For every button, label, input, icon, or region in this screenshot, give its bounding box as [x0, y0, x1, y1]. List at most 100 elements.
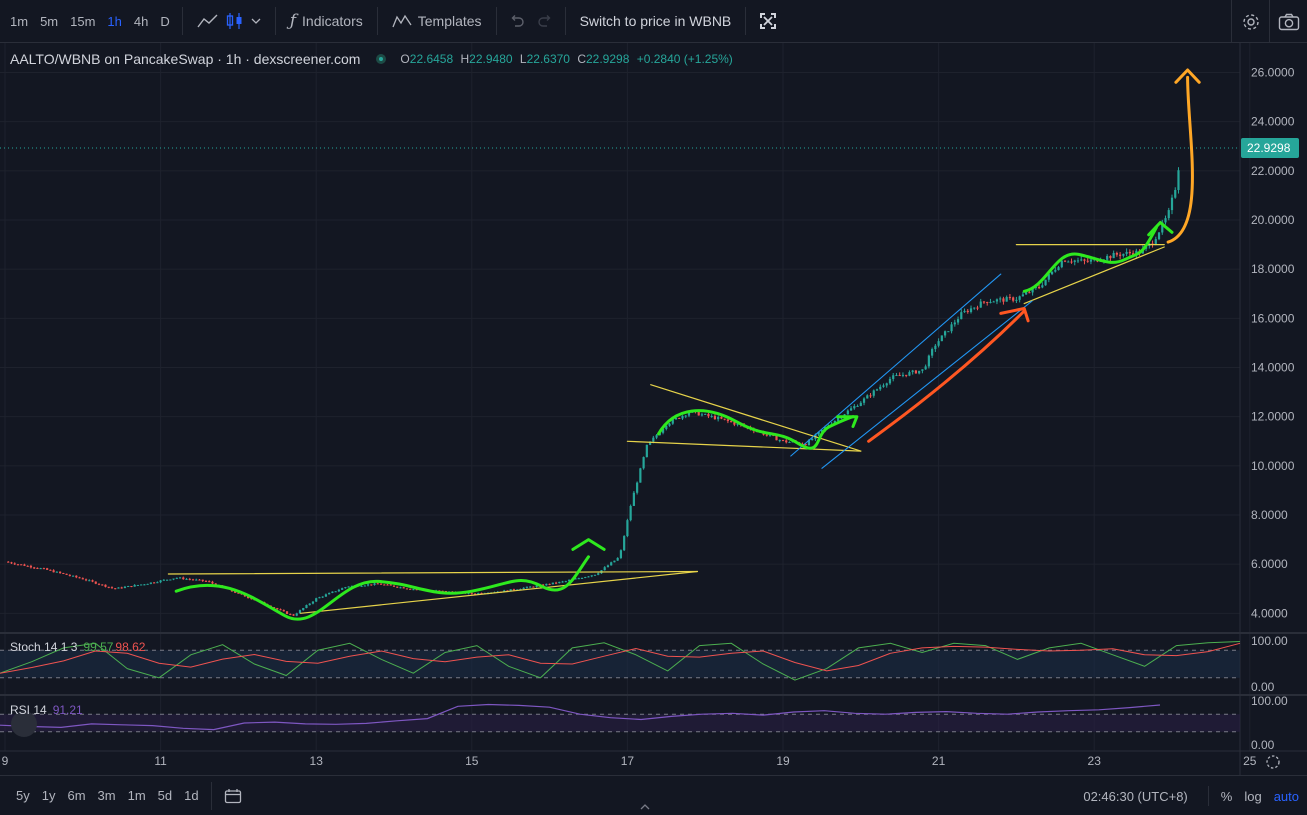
stoch-axis-label: 100.00 — [1251, 634, 1288, 648]
chevron-down-icon — [251, 18, 261, 24]
candle-body — [399, 587, 402, 589]
stoch-k-value: 99.57 — [83, 640, 114, 654]
range-3m[interactable]: 3m — [92, 788, 122, 803]
chart-area[interactable]: 4.0000 6.0000 8.0000 10.0000 12.0000 14.0000 1… — [0, 43, 1307, 775]
candle-body — [921, 369, 924, 371]
candle-body — [1128, 251, 1131, 254]
auto-scale-button[interactable]: auto — [1274, 789, 1299, 804]
range-5y[interactable]: 5y — [10, 788, 36, 803]
candle-body — [580, 577, 584, 579]
candle-body — [379, 583, 383, 585]
toolbar-divider — [745, 7, 747, 35]
top-toolbar: 1m5m15m1h4hD ƒ Indicators Templates — [0, 0, 1307, 43]
candle-body — [973, 307, 976, 309]
fullscreen-button[interactable] — [752, 0, 784, 43]
candle-body — [1112, 252, 1115, 259]
candle-body — [195, 579, 198, 581]
range-1d[interactable]: 1d — [178, 788, 204, 803]
candle-body — [512, 589, 516, 591]
calendar-range-icon[interactable] — [218, 781, 248, 811]
log-scale-button[interactable]: log — [1244, 789, 1261, 804]
candle-body — [84, 579, 88, 581]
toolbar-divider — [274, 7, 276, 35]
range-1m[interactable]: 1m — [122, 788, 152, 803]
candle-body — [175, 577, 178, 579]
candle-body — [185, 578, 188, 580]
toolbar-divider — [564, 7, 566, 35]
candle-body — [344, 587, 347, 589]
range-1y[interactable]: 1y — [36, 788, 62, 803]
candle-body — [525, 586, 529, 588]
candle-body — [914, 370, 918, 374]
timeframe-D[interactable]: D — [154, 0, 175, 43]
candle-body — [409, 588, 412, 590]
close-label: C — [577, 52, 586, 66]
candle-body — [953, 322, 956, 325]
candle-body — [130, 586, 133, 587]
timeframe-1m[interactable]: 1m — [4, 0, 34, 43]
timeframe-list: 1m 5m 15m 1h 4h D — [0, 0, 176, 43]
percent-scale-button[interactable]: % — [1221, 789, 1233, 804]
candle-body — [1167, 210, 1170, 219]
candle-body — [107, 586, 110, 588]
candle-body — [110, 587, 114, 589]
candle-body — [20, 564, 23, 566]
candle-body — [59, 571, 62, 574]
candle-body — [376, 583, 379, 585]
rsi-axis-label: 0.00 — [1251, 738, 1275, 752]
undo-icon — [509, 15, 525, 27]
candle-body — [117, 587, 120, 589]
open-label: O — [400, 52, 410, 66]
templates-button[interactable]: Templates — [384, 0, 490, 43]
candle-body — [162, 579, 165, 581]
timeframe-5m[interactable]: 5m — [34, 0, 64, 43]
templates-label: Templates — [417, 13, 482, 29]
time-tick-label: 13 — [310, 754, 324, 768]
timeframe-1h[interactable]: 1h — [101, 0, 127, 43]
collapse-handle-icon[interactable] — [638, 803, 652, 811]
candle-body — [684, 415, 687, 417]
candle-body — [603, 567, 606, 571]
candle-body — [989, 301, 992, 303]
function-icon: ƒ — [289, 11, 297, 31]
candle-body — [1089, 259, 1093, 262]
candle-body — [36, 567, 39, 569]
open-value: 22.6458 — [409, 52, 454, 66]
timeframe-4h[interactable]: 4h — [128, 0, 154, 43]
candle-body — [204, 580, 208, 582]
candle-body — [1067, 261, 1070, 263]
price-tick-label: 22.0000 — [1251, 164, 1295, 178]
price-chart[interactable]: 4.0000 6.0000 8.0000 10.0000 12.0000 14.0000 1… — [0, 43, 1307, 775]
candle-body — [201, 579, 204, 581]
time-tick-label: 9 — [2, 754, 9, 768]
candle-body — [704, 413, 707, 415]
candle-body — [963, 310, 966, 313]
candle-body — [191, 579, 195, 581]
candle-body — [908, 372, 911, 376]
candle-body — [29, 565, 33, 568]
indicators-button[interactable]: ƒ Indicators — [282, 0, 371, 43]
rsi-label: RSI 14 — [10, 703, 47, 717]
switch-price-button[interactable]: Switch to price in WBNB — [572, 0, 740, 43]
candle-body — [606, 565, 610, 568]
camera-icon[interactable] — [1269, 0, 1307, 43]
gear-icon[interactable] — [1231, 0, 1269, 43]
timeframe-15m[interactable]: 15m — [64, 0, 101, 43]
candle-body — [302, 608, 305, 611]
range-6m[interactable]: 6m — [61, 788, 91, 803]
low-label: L — [519, 52, 527, 66]
undo-button[interactable] — [503, 0, 531, 43]
redo-button[interactable] — [531, 0, 559, 43]
candle-body — [872, 390, 875, 396]
chart-type-button[interactable] — [189, 0, 269, 43]
candle-body — [389, 584, 392, 586]
candle-body — [386, 584, 389, 586]
candle-body — [311, 601, 315, 604]
candle-body — [305, 605, 308, 609]
candle-body — [548, 583, 551, 585]
candle-body — [879, 386, 882, 390]
candle-body — [788, 441, 791, 443]
range-5d[interactable]: 5d — [152, 788, 178, 803]
stoch-axis-label: 0.00 — [1251, 680, 1275, 694]
candle-body — [292, 614, 295, 616]
